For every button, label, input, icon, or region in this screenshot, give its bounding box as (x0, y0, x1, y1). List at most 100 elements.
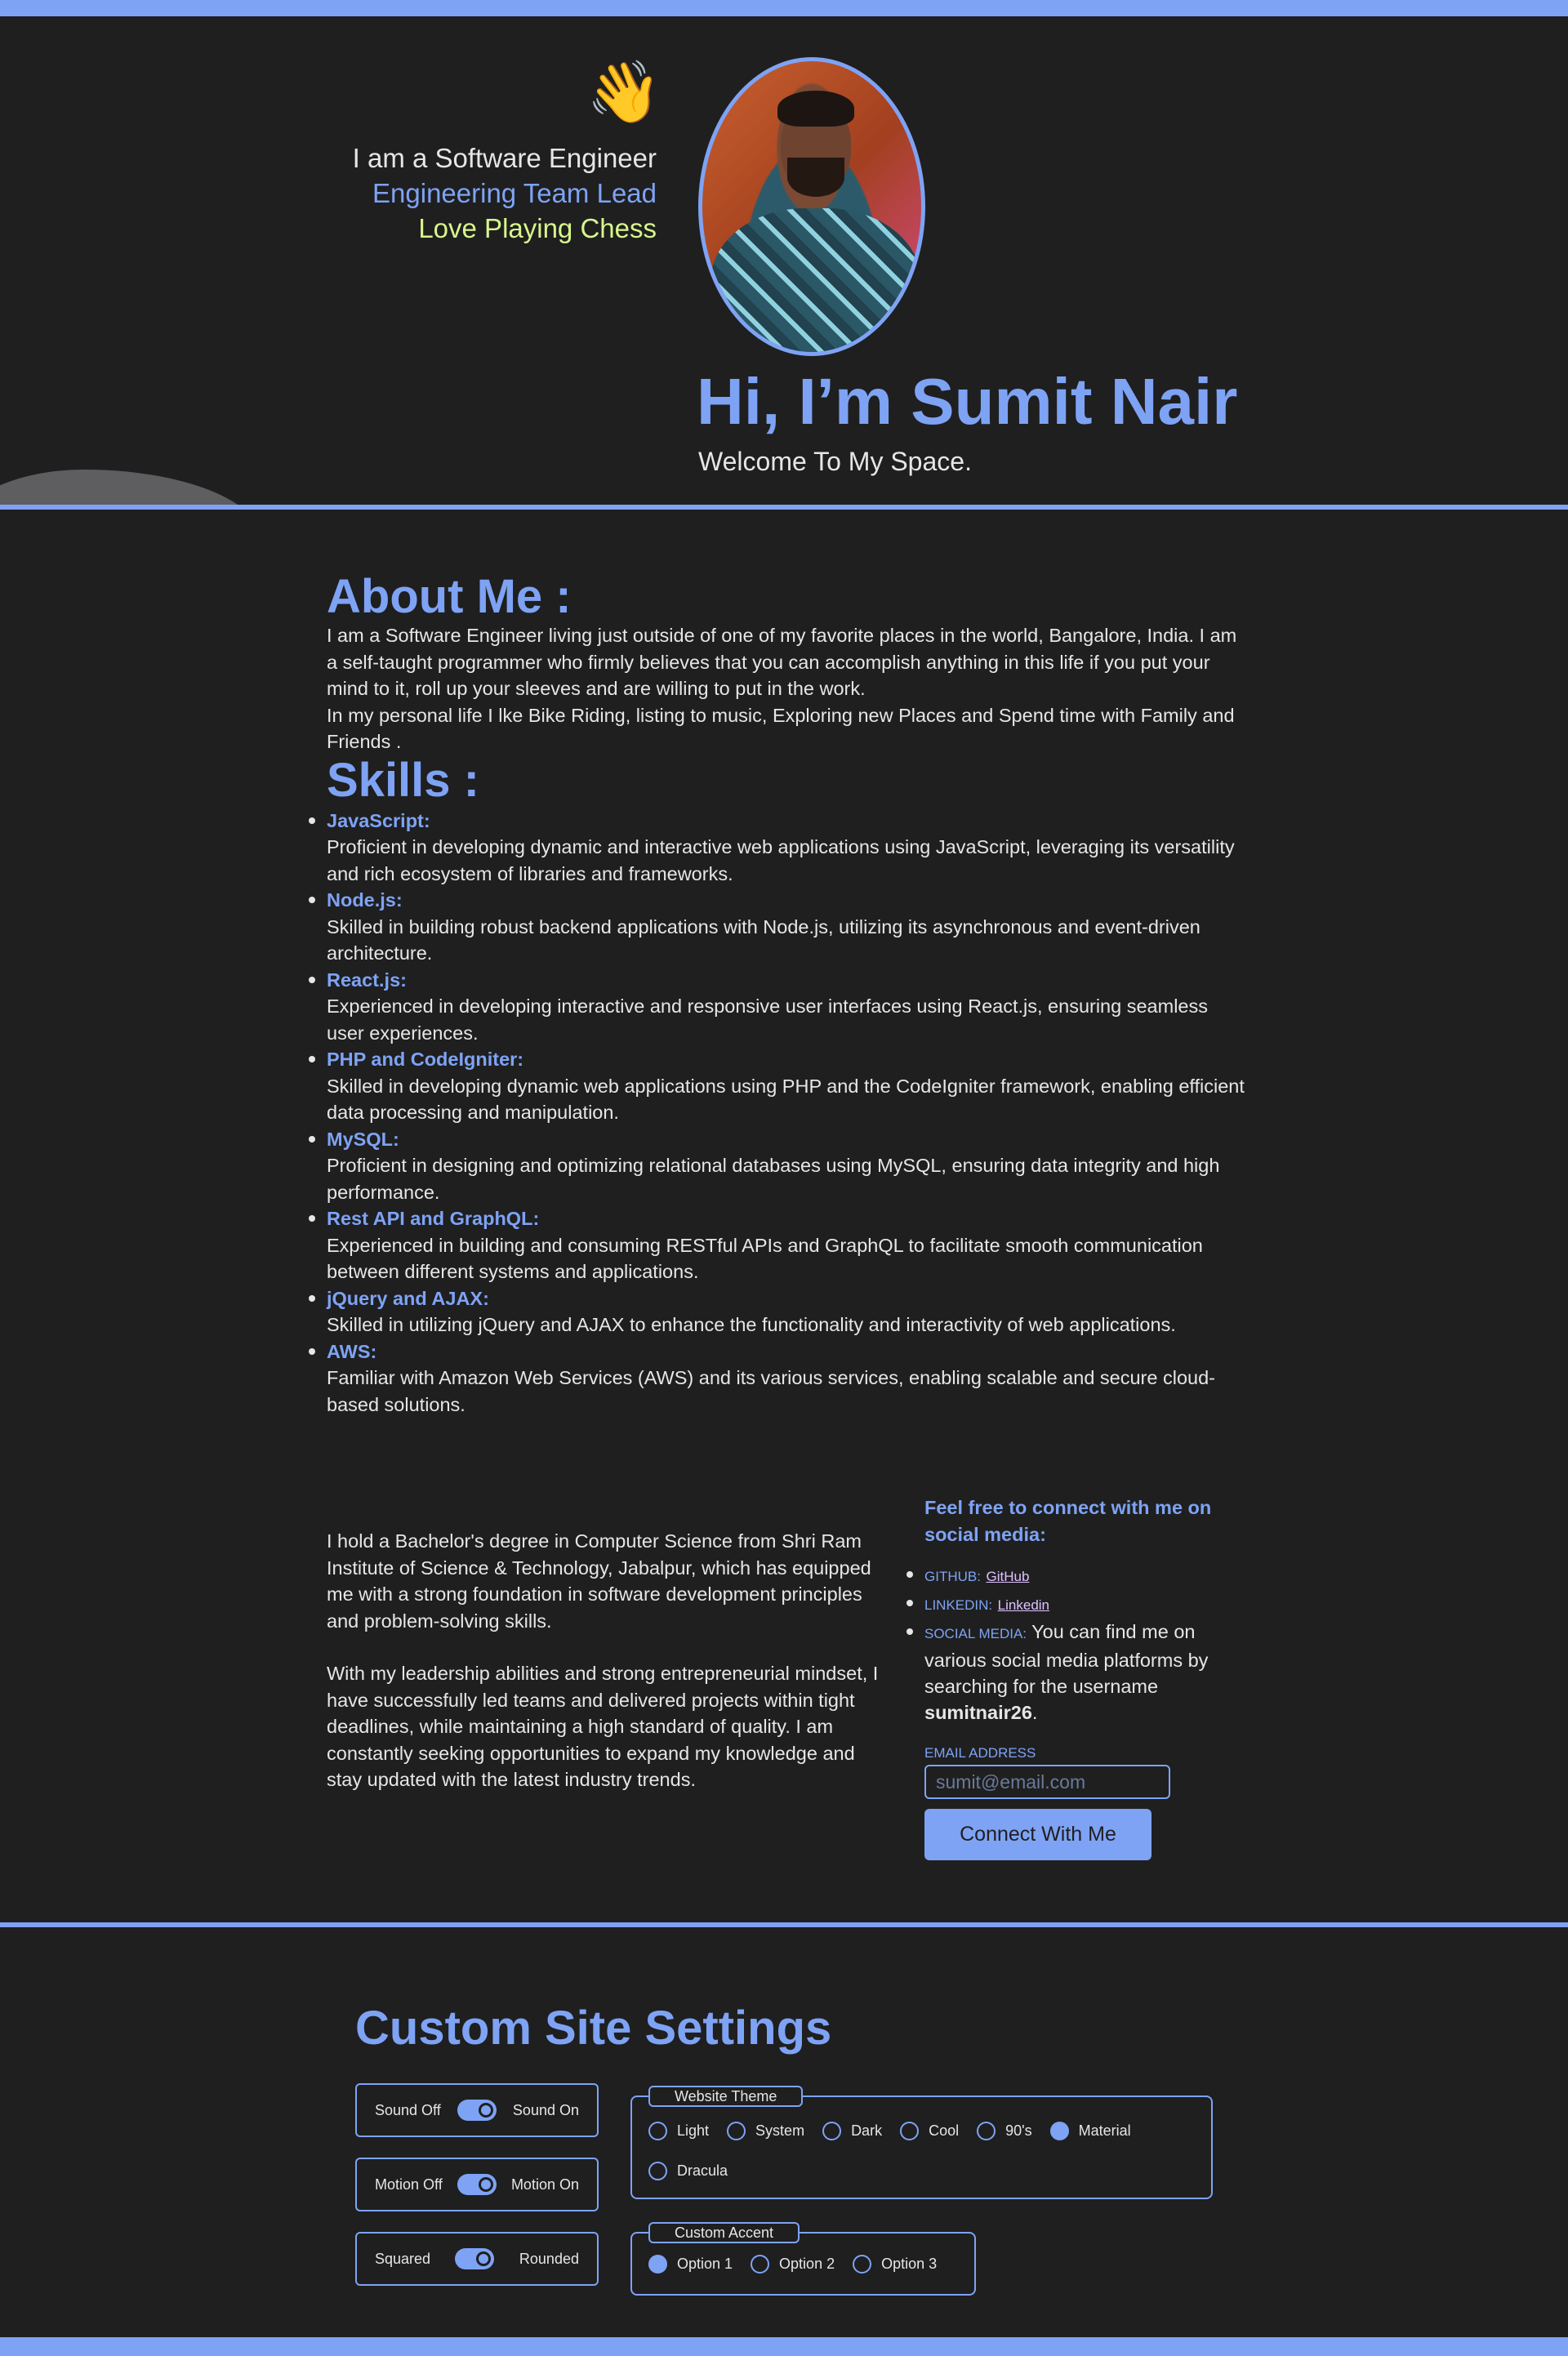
role-software-engineer: I am a Software Engineer (352, 143, 657, 173)
skill-description: Experienced in developing interactive an… (327, 995, 1208, 1044)
role-list: I am a Software Engineer Engineering Tea… (353, 140, 657, 246)
about-title: About Me : (327, 570, 572, 623)
radio-button-selected[interactable] (648, 2255, 667, 2274)
skill-name: JavaScript: (327, 809, 430, 831)
theme-option-90s[interactable]: 90's (977, 2122, 1032, 2140)
motion-toggle-group: Motion Off Motion On (355, 2158, 599, 2211)
social-links-list: GITHUB: GitHub LINKEDIN: Linkedin SOCIAL… (906, 1561, 1247, 1726)
accent-option-3[interactable]: Option 3 (853, 2255, 937, 2274)
github-label: GITHUB: (924, 1569, 981, 1584)
radio-label: Dracula (677, 2162, 728, 2179)
radio-button[interactable] (977, 2122, 996, 2140)
section-divider (0, 1922, 1568, 1927)
motion-off-label: Motion Off (375, 2176, 443, 2193)
motion-on-label: Motion On (510, 2176, 579, 2193)
sound-toggle-group: Sound Off Sound On (355, 2083, 599, 2137)
profile-photo-beard (787, 158, 844, 197)
hero-welcome-text: Welcome To My Space. (698, 447, 972, 476)
accent-option-1[interactable]: Option 1 (648, 2255, 733, 2274)
about-paragraph-1: I am a Software Engineer living just out… (327, 625, 1237, 699)
skill-description: Skilled in developing dynamic web applic… (327, 1075, 1245, 1124)
hero-greeting: Hi, I’m Sumit Nair (697, 365, 1238, 438)
skill-description: Familiar with Amazon Web Services (AWS) … (327, 1367, 1215, 1415)
sound-off-label: Sound Off (375, 2101, 441, 2118)
radio-label: Option 1 (677, 2256, 733, 2272)
top-accent-bar (0, 0, 1568, 16)
sound-toggle-switch[interactable] (457, 2100, 497, 2121)
skills-list: JavaScript: Proficient in developing dyna… (309, 808, 1245, 1418)
section-divider (0, 505, 1568, 510)
theme-option-light[interactable]: Light (648, 2122, 709, 2140)
profile-photo (698, 57, 925, 356)
theme-options-row: Light System Dark Cool 90's Material (648, 2122, 1149, 2140)
profile-photo-shirt (710, 208, 921, 352)
accent-fieldset: Custom Accent Option 1 Option 2 Option 3 (630, 2222, 976, 2296)
theme-option-dark[interactable]: Dark (822, 2122, 882, 2140)
theme-option-dracula[interactable]: Dracula (648, 2162, 728, 2180)
theme-options-row: Dracula (648, 2162, 746, 2180)
radio-label: 90's (1005, 2122, 1032, 2139)
about-paragraph-2: In my personal life I lke Bike Riding, l… (327, 704, 1235, 753)
about-skills-section: About Me : I am a Software Engineer livi… (309, 570, 1245, 1418)
skill-name: React.js: (327, 969, 407, 991)
radio-button[interactable] (822, 2122, 842, 2140)
waving-hand-icon: 👋 (586, 58, 662, 126)
rounded-label: Rounded (519, 2250, 579, 2267)
github-link[interactable]: GitHub (986, 1569, 1029, 1584)
social-item-github: GITHUB: GitHub (906, 1561, 1247, 1590)
radio-button[interactable] (648, 2162, 667, 2180)
social-username: sumitnair26 (924, 1702, 1032, 1723)
radio-label: Option 3 (881, 2256, 938, 2272)
social-item-linkedin: LINKEDIN: Linkedin (906, 1590, 1247, 1619)
connect-title: Feel free to connect with me on social m… (924, 1497, 1212, 1545)
education-section: I hold a Bachelor's degree in Computer S… (327, 1528, 882, 1793)
toggle-knob-icon (479, 2254, 489, 2264)
theme-option-material[interactable]: Material (1049, 2122, 1131, 2140)
linkedin-label: LINKEDIN: (924, 1597, 993, 1613)
skill-description: Proficient in developing dynamic and int… (327, 836, 1235, 884)
radio-label: Cool (929, 2122, 960, 2139)
radio-button[interactable] (751, 2255, 770, 2274)
bottom-accent-bar (0, 2337, 1568, 2356)
connect-button[interactable]: Connect With Me (924, 1809, 1152, 1860)
username-suffix: . (1031, 1702, 1038, 1723)
accent-legend: Custom Accent (648, 2222, 800, 2243)
hero-hill-decoration (0, 470, 261, 505)
radio-button[interactable] (853, 2255, 872, 2274)
skill-name: Node.js: (327, 889, 403, 911)
theme-fieldset: Website Theme Light System Dark Cool 90'… (630, 2086, 1213, 2199)
profile-photo-hair (777, 91, 854, 127)
leadership-paragraph: With my leadership abilities and strong … (327, 1663, 879, 1790)
motion-toggle-switch[interactable] (457, 2174, 497, 2195)
skills-title: Skills : (327, 753, 479, 807)
social-media-label: SOCIAL MEDIA: (924, 1626, 1027, 1641)
skill-description: Proficient in designing and optimizing r… (327, 1155, 1220, 1203)
accent-options-row: Option 1 Option 2 Option 3 (648, 2255, 955, 2274)
email-input[interactable] (924, 1765, 1170, 1799)
skill-name: Rest API and GraphQL: (327, 1208, 540, 1229)
skill-item: Node.js: Skilled in building robust backe… (309, 887, 1245, 967)
skill-item: PHP and CodeIgniter: Skilled in developin… (309, 1046, 1245, 1126)
role-team-lead: Engineering Team Lead (372, 178, 657, 208)
sound-on-label: Sound On (512, 2101, 579, 2118)
radio-button[interactable] (648, 2122, 667, 2140)
radio-label: Option 2 (779, 2256, 835, 2272)
settings-title: Custom Site Settings (355, 2002, 832, 2055)
radio-button[interactable] (900, 2122, 920, 2140)
theme-option-system[interactable]: System (727, 2122, 804, 2140)
radio-button[interactable] (727, 2122, 746, 2140)
accent-option-2[interactable]: Option 2 (751, 2255, 835, 2274)
linkedin-link[interactable]: Linkedin (998, 1597, 1049, 1613)
squared-label: Squared (375, 2250, 431, 2267)
theme-legend: Website Theme (648, 2086, 804, 2107)
skill-description: Skilled in utilizing jQuery and AJAX to … (327, 1314, 1176, 1335)
theme-option-cool[interactable]: Cool (900, 2122, 959, 2140)
skill-item: jQuery and AJAX: Skilled in utilizing jQu… (309, 1285, 1245, 1338)
skill-item: AWS: Familiar with Amazon Web Services (A… (309, 1338, 1245, 1418)
role-chess: Love Playing Chess (418, 213, 657, 243)
radio-button-selected[interactable] (1049, 2122, 1069, 2140)
corner-toggle-switch[interactable] (455, 2248, 495, 2269)
skill-name: MySQL: (327, 1128, 399, 1150)
hero-section: 👋 I am a Software Engineer Engineering T… (0, 16, 1568, 505)
connect-panel: Feel free to connect with me on social m… (906, 1494, 1247, 1860)
